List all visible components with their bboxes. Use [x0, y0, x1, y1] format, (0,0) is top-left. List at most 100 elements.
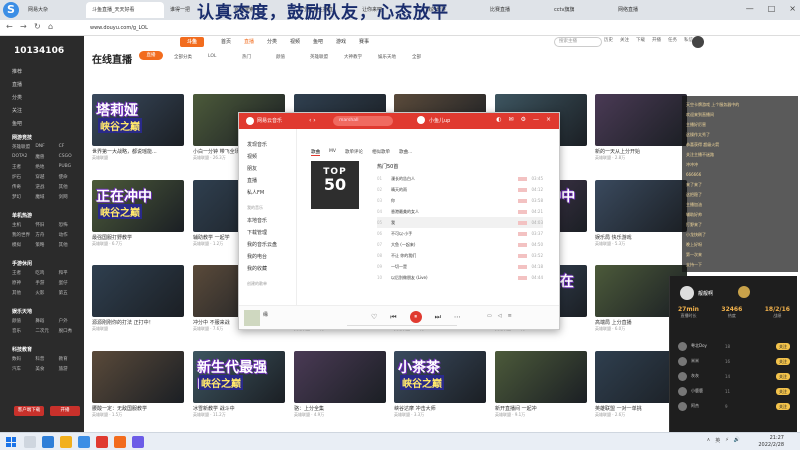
- sidebar-category[interactable]: 汽车: [12, 366, 35, 372]
- sidebar-category[interactable]: 颜值: [12, 318, 35, 324]
- stream-card[interactable]: 新生代最强KING峡谷之巅冰雪新教学 战斗中英雄联盟 · 11.2万: [193, 351, 285, 418]
- url-field[interactable]: www.douyu.com/g_LOL: [90, 22, 590, 34]
- music-tab[interactable]: 歌单评论: [345, 149, 363, 156]
- music-side-item[interactable]: 下载管理: [247, 229, 267, 236]
- sidebar-category[interactable]: 模拟: [12, 242, 35, 248]
- app-taskbar-icon[interactable]: [132, 436, 144, 448]
- user-avatar[interactable]: [678, 341, 687, 351]
- user-avatar[interactable]: [678, 401, 687, 411]
- music-side-item[interactable]: 朋友: [247, 165, 257, 172]
- song-row[interactable]: 05 我 04:03: [377, 217, 543, 228]
- stream-card[interactable]: 塔莉娅 峡谷之巅 世界第一大战略，都说瑶能... 英雄联盟: [92, 94, 184, 161]
- stream-title[interactable]: 源源刚刚你的打法 正打中！: [92, 319, 184, 326]
- sidebar-category[interactable]: 和平: [59, 270, 82, 276]
- music-search-input[interactable]: marshall: [333, 116, 393, 126]
- user-avatar[interactable]: [678, 371, 687, 381]
- stream-title[interactable]: 骆：上分全集: [294, 405, 386, 412]
- music-side-item[interactable]: 直播: [247, 177, 257, 184]
- sidebar-category[interactable]: 恐怖: [59, 222, 82, 228]
- sidebar-category[interactable]: 旅游: [59, 366, 82, 372]
- sidebar-category[interactable]: 火影: [35, 290, 58, 296]
- song-row[interactable]: 03 你 03:58: [377, 195, 543, 206]
- music-side-item[interactable]: 我的电台: [247, 253, 267, 260]
- stream-card[interactable]: 新开直播间 一起冲 英雄联盟 · 9.1万: [495, 351, 587, 418]
- stream-thumbnail[interactable]: 小茶茶 峡谷之巅: [394, 351, 486, 403]
- song-row[interactable]: 08 不让 你的我们 03:52: [377, 250, 543, 261]
- sidebar-category[interactable]: 策略: [35, 242, 58, 248]
- music-side-item[interactable]: 我的收藏: [247, 265, 267, 272]
- nav-icon-1[interactable]: 关注: [620, 37, 629, 43]
- song-row[interactable]: 07 大鱼 (一起来) 04:50: [377, 239, 543, 250]
- minimize-icon[interactable]: —: [533, 116, 539, 123]
- sidebar-category[interactable]: DOTA2: [12, 154, 35, 160]
- nav-2[interactable]: 分类: [267, 38, 277, 45]
- like-icon[interactable]: ♡: [371, 313, 377, 323]
- back-arrows-icon[interactable]: ‹ ›: [309, 117, 316, 124]
- music-tab[interactable]: MV: [329, 149, 336, 156]
- back-icon[interactable]: ←: [6, 22, 13, 31]
- settings-icon[interactable]: ⚙: [521, 116, 526, 123]
- next-icon[interactable]: ⏭: [435, 313, 441, 323]
- filter-item[interactable]: 全部: [412, 54, 421, 60]
- song-row[interactable]: 01 漫长的告白人 03:45: [377, 173, 543, 184]
- sidebar-category[interactable]: PUBG: [59, 164, 82, 170]
- user-avatar[interactable]: [678, 356, 687, 366]
- tray-icon[interactable]: ∧: [707, 437, 711, 444]
- filter-item[interactable]: 大神教学: [344, 54, 362, 60]
- sidebar-category[interactable]: 魔兽: [35, 154, 58, 160]
- nav-icon-0[interactable]: 历史: [604, 37, 613, 43]
- sidebar-category[interactable]: 其他: [59, 242, 82, 248]
- netease-taskbar-icon[interactable]: [96, 436, 108, 448]
- sidebar-category[interactable]: 怀旧: [35, 222, 58, 228]
- sidebar-menu-item[interactable]: 推荐: [12, 68, 22, 75]
- stream-title[interactable]: 新的一天从上分开始: [595, 148, 687, 155]
- sidebar-category[interactable]: 动作: [59, 232, 82, 238]
- refresh-icon[interactable]: ↻: [34, 22, 41, 31]
- sidebar-category[interactable]: 我的世界: [12, 232, 35, 238]
- follow-button[interactable]: 关注: [776, 357, 790, 365]
- song-row[interactable]: 02 晴天的雨 04:12: [377, 184, 543, 195]
- more-icon[interactable]: ⋯: [454, 313, 461, 323]
- streamer-avatar[interactable]: [680, 286, 694, 300]
- edge-icon[interactable]: [42, 436, 54, 448]
- search-input[interactable]: 搜索主播: [554, 37, 602, 47]
- tray-icon[interactable]: 英: [715, 437, 720, 444]
- browser-tab[interactable]: cctv旗旗: [548, 2, 610, 18]
- follow-button[interactable]: 关注: [776, 387, 790, 395]
- nav-1[interactable]: 直播: [244, 38, 254, 45]
- nav-icon-4[interactable]: 任务: [668, 37, 677, 43]
- stream-thumbnail[interactable]: 正在冲中 峡谷之巅: [92, 180, 184, 232]
- stream-card[interactable]: 小茶茶 峡谷之巅 峡谷达摩 冲击大师 英雄联盟 · 3.3万: [394, 351, 486, 418]
- sidebar-category[interactable]: 科普: [35, 356, 58, 362]
- stream-card[interactable]: 源源刚刚你的打法 正打中！ 英雄联盟: [92, 265, 184, 332]
- sidebar-category[interactable]: 穿越: [35, 174, 58, 180]
- browser-tab[interactable]: 比赛直播: [484, 2, 546, 18]
- sidebar-category[interactable]: 户外: [59, 318, 82, 324]
- music-side-item[interactable]: 发现音乐: [247, 141, 267, 148]
- music-tab[interactable]: 相似歌单: [372, 149, 390, 156]
- skin-icon[interactable]: ◐: [496, 116, 501, 123]
- stream-thumbnail[interactable]: [495, 351, 587, 403]
- nav-icon-2[interactable]: 下载: [636, 37, 645, 43]
- sidebar-category[interactable]: 王者: [12, 270, 35, 276]
- user-avatar[interactable]: [678, 386, 687, 396]
- playlist-icon[interactable]: ≡: [508, 313, 512, 319]
- song-row[interactable]: 09 一切一是 04:18: [377, 261, 543, 272]
- stream-thumbnail[interactable]: [294, 351, 386, 403]
- sidebar-category[interactable]: CSGO: [59, 154, 82, 160]
- tray-icon[interactable]: 🔊: [734, 437, 740, 444]
- progress-bar[interactable]: [347, 325, 457, 326]
- stream-title[interactable]: 腰酸一定：无敌国服教学: [92, 405, 184, 412]
- sidebar-category[interactable]: 剑网: [59, 194, 82, 200]
- music-user[interactable]: 小鱼儿up: [417, 116, 450, 124]
- sidebar-menu-item[interactable]: 关注: [12, 107, 22, 114]
- sidebar-category[interactable]: 二次元: [35, 328, 58, 334]
- stream-title[interactable]: 新开直播间 一起冲: [495, 405, 587, 412]
- stream-title[interactable]: 峡谷达摩 冲击大师: [394, 405, 486, 412]
- song-row[interactable]: 04 香港最美的女人 04:21: [377, 206, 543, 217]
- sidebar-category[interactable]: 炉石: [12, 174, 35, 180]
- nav-5[interactable]: 游戏: [336, 38, 346, 45]
- sidebar-category[interactable]: 主机: [12, 222, 35, 228]
- sidebar-category[interactable]: 其他: [59, 184, 82, 190]
- nav-icon-3[interactable]: 开播: [652, 37, 661, 43]
